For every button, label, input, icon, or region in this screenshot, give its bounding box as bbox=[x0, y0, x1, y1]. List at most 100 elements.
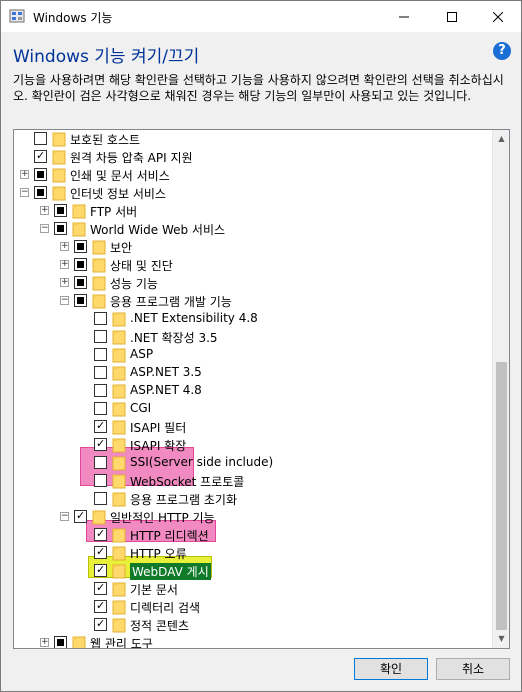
expand-icon[interactable]: + bbox=[40, 206, 49, 215]
tree-item[interactable]: − 인터넷 정보 서비스 bbox=[14, 184, 491, 202]
tree-item[interactable]: 응용 프로그램 초기화 bbox=[14, 490, 491, 508]
feature-checkbox[interactable] bbox=[94, 456, 107, 469]
tree-item-label: ASP.NET 4.8 bbox=[130, 383, 202, 397]
feature-checkbox[interactable] bbox=[94, 492, 107, 505]
tree-item-label: HTTP 오류 bbox=[130, 547, 187, 561]
tree-item[interactable]: WebSocket 프로토콜 bbox=[14, 472, 491, 490]
help-icon[interactable]: ? bbox=[493, 42, 511, 60]
feature-checkbox[interactable] bbox=[94, 348, 107, 361]
tree-item[interactable]: ✓ WebDAV 게시 bbox=[14, 562, 491, 580]
partial-check-icon bbox=[77, 243, 84, 250]
partial-check-icon bbox=[77, 297, 84, 304]
feature-checkbox[interactable] bbox=[74, 240, 87, 253]
tree-item[interactable]: + 인쇄 및 문서 서비스 bbox=[14, 166, 491, 184]
tree-item[interactable]: CGI bbox=[14, 400, 491, 418]
tree-item[interactable]: ✓ 디렉터리 검색 bbox=[14, 598, 491, 616]
scroll-up-icon[interactable]: ▲ bbox=[496, 133, 507, 145]
feature-checkbox[interactable] bbox=[74, 294, 87, 307]
tree-item[interactable]: − World Wide Web 서비스 bbox=[14, 220, 491, 238]
features-tree[interactable]: 보호된 호스트 ✓ 원격 차등 압축 API 지원 + 인쇄 및 문서 서비스 − 인터넷 … bbox=[13, 129, 510, 649]
tree-item[interactable]: ASP.NET 3.5 bbox=[14, 364, 491, 382]
folder-icon bbox=[112, 618, 126, 633]
tree-item[interactable]: .NET 확장성 3.5 bbox=[14, 328, 491, 346]
feature-checkbox[interactable] bbox=[94, 330, 107, 343]
tree-item[interactable]: ✓ ISAPI 필터 bbox=[14, 418, 491, 436]
collapse-icon[interactable]: − bbox=[40, 224, 49, 233]
tree-item-label: 원격 차등 압축 API 지원 bbox=[70, 151, 193, 165]
tree-item[interactable]: − 응용 프로그램 개발 기능 bbox=[14, 292, 491, 310]
folder-icon bbox=[112, 546, 126, 561]
feature-checkbox[interactable] bbox=[54, 636, 67, 648]
tree-item[interactable]: + 상태 및 진단 bbox=[14, 256, 491, 274]
minimize-button[interactable] bbox=[381, 1, 427, 32]
feature-checkbox[interactable] bbox=[94, 384, 107, 397]
collapse-icon[interactable]: − bbox=[60, 512, 69, 521]
collapse-icon[interactable]: − bbox=[20, 188, 29, 197]
scroll-down-icon[interactable]: ▼ bbox=[496, 633, 507, 645]
tree-item[interactable]: ✓ 정적 콘텐츠 bbox=[14, 616, 491, 634]
expand-icon[interactable]: + bbox=[20, 170, 29, 179]
feature-checkbox[interactable] bbox=[94, 474, 107, 487]
tree-item-label: .NET Extensibility 4.8 bbox=[130, 311, 258, 325]
maximize-icon bbox=[447, 11, 457, 22]
tree-item[interactable]: ✓ 기본 문서 bbox=[14, 580, 491, 598]
tree-item-label: ISAPI 확장 bbox=[130, 439, 187, 453]
tree-item[interactable]: ✓ 원격 차등 압축 API 지원 bbox=[14, 148, 491, 166]
close-icon bbox=[493, 11, 503, 22]
checkmark-icon: ✓ bbox=[96, 581, 106, 594]
tree-item[interactable]: ASP.NET 4.8 bbox=[14, 382, 491, 400]
expand-icon[interactable]: + bbox=[60, 260, 69, 269]
folder-icon bbox=[112, 420, 126, 435]
feature-checkbox[interactable] bbox=[34, 186, 47, 199]
feature-checkbox[interactable]: ✓ bbox=[94, 437, 107, 451]
tree-item[interactable]: ✓ HTTP 리디렉션 bbox=[14, 526, 491, 544]
folder-icon bbox=[112, 402, 126, 417]
feature-checkbox[interactable] bbox=[54, 204, 67, 217]
feature-checkbox[interactable]: ✓ bbox=[94, 599, 107, 613]
feature-checkbox[interactable] bbox=[94, 402, 107, 415]
feature-checkbox[interactable]: ✓ bbox=[94, 563, 107, 577]
ok-button[interactable]: 확인 bbox=[354, 658, 428, 680]
tree-item[interactable]: − ✓ 일반적인 HTTP 기능 bbox=[14, 508, 491, 526]
tree-item[interactable]: + 보안 bbox=[14, 238, 491, 256]
close-button[interactable] bbox=[475, 1, 521, 32]
tree-item[interactable]: ✓ ISAPI 확장 bbox=[14, 436, 491, 454]
feature-checkbox[interactable]: ✓ bbox=[94, 527, 107, 541]
feature-checkbox[interactable]: ✓ bbox=[94, 617, 107, 631]
feature-checkbox[interactable] bbox=[34, 132, 47, 145]
cancel-button[interactable]: 취소 bbox=[436, 658, 510, 680]
collapse-icon[interactable]: − bbox=[60, 296, 69, 305]
tree-item[interactable]: + 웹 관리 도구 bbox=[14, 634, 491, 648]
feature-checkbox[interactable]: ✓ bbox=[94, 545, 107, 559]
feature-checkbox[interactable] bbox=[74, 258, 87, 271]
feature-checkbox[interactable] bbox=[54, 222, 67, 235]
feature-checkbox[interactable]: ✓ bbox=[74, 509, 87, 523]
tree-item[interactable]: SSI(Server side include) bbox=[14, 454, 491, 472]
expand-icon[interactable]: + bbox=[40, 638, 49, 647]
feature-checkbox[interactable]: ✓ bbox=[34, 149, 47, 163]
feature-checkbox[interactable] bbox=[74, 276, 87, 289]
feature-checkbox[interactable]: ✓ bbox=[94, 581, 107, 595]
expand-icon[interactable]: + bbox=[60, 242, 69, 251]
tree-item[interactable]: ASP bbox=[14, 346, 491, 364]
tree-item[interactable]: + FTP 서버 bbox=[14, 202, 491, 220]
tree-item-label: 인쇄 및 문서 서비스 bbox=[70, 169, 170, 183]
maximize-button[interactable] bbox=[429, 1, 475, 32]
checkmark-icon: ✓ bbox=[96, 617, 106, 630]
feature-checkbox[interactable] bbox=[94, 366, 107, 379]
folder-icon bbox=[112, 456, 126, 471]
feature-checkbox[interactable]: ✓ bbox=[94, 419, 107, 433]
folder-icon bbox=[112, 366, 126, 381]
title-bar: Windows 기능 bbox=[1, 1, 521, 32]
tree-item[interactable]: ✓ HTTP 오류 bbox=[14, 544, 491, 562]
feature-checkbox[interactable] bbox=[34, 168, 47, 181]
scroll-thumb[interactable] bbox=[496, 362, 507, 630]
tree-item[interactable]: .NET Extensibility 4.8 bbox=[14, 310, 491, 328]
tree-item[interactable]: 보호된 호스트 bbox=[14, 130, 491, 148]
folder-icon bbox=[52, 150, 66, 165]
tree-item[interactable]: + 성능 기능 bbox=[14, 274, 491, 292]
folder-icon bbox=[112, 582, 126, 597]
expand-icon[interactable]: + bbox=[60, 278, 69, 287]
feature-checkbox[interactable] bbox=[94, 312, 107, 325]
tree-scrollbar[interactable]: ▲ ▼ bbox=[492, 130, 509, 648]
